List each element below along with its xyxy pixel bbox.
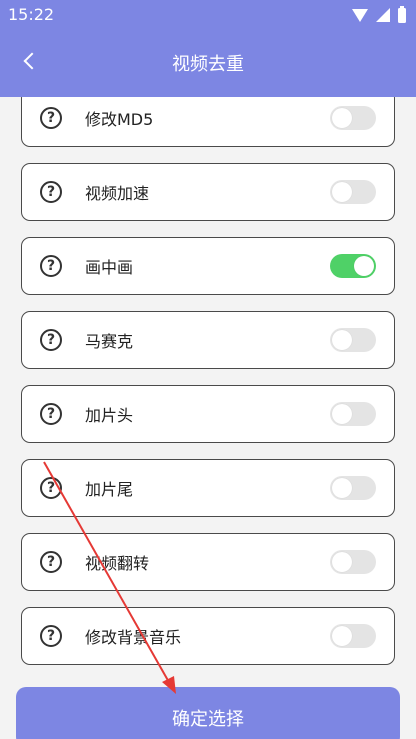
- option-item-video-flip[interactable]: ? 视频翻转: [21, 533, 395, 591]
- toggle-knob: [332, 552, 352, 572]
- help-icon[interactable]: ?: [40, 107, 62, 129]
- option-label: 加片头: [85, 406, 134, 425]
- option-item-change-bgm[interactable]: ? 修改背景音乐: [21, 607, 395, 665]
- option-label: 加片尾: [85, 480, 134, 499]
- help-icon[interactable]: ?: [40, 181, 62, 203]
- app-header: 15:22 视频去重: [0, 0, 416, 97]
- option-toggle[interactable]: [330, 624, 376, 648]
- option-toggle[interactable]: [330, 550, 376, 574]
- status-icons: [352, 5, 406, 23]
- help-icon[interactable]: ?: [40, 477, 62, 499]
- option-item-picture-in-picture[interactable]: ? 画中画: [21, 237, 395, 295]
- option-label: 画中画: [85, 258, 134, 277]
- option-toggle[interactable]: [330, 254, 376, 278]
- toggle-knob: [332, 404, 352, 424]
- help-icon[interactable]: ?: [40, 403, 62, 425]
- option-toggle[interactable]: [330, 106, 376, 130]
- option-label: 视频翻转: [85, 554, 150, 573]
- confirm-selection-button[interactable]: 确定选择: [16, 687, 400, 739]
- toggle-knob: [332, 182, 352, 202]
- toggle-knob: [332, 478, 352, 498]
- option-label: 修改背景音乐: [85, 628, 182, 647]
- help-icon[interactable]: ?: [40, 551, 62, 573]
- option-item-add-outro[interactable]: ? 加片尾: [21, 459, 395, 517]
- option-toggle[interactable]: [330, 180, 376, 204]
- option-item-modify-md5[interactable]: ? 修改MD5: [21, 89, 395, 147]
- help-icon[interactable]: ?: [40, 625, 62, 647]
- toggle-knob: [354, 256, 374, 276]
- option-toggle[interactable]: [330, 476, 376, 500]
- page-title: 视频去重: [172, 54, 244, 75]
- option-label: 修改MD5: [85, 110, 154, 129]
- wifi-icon: [352, 8, 368, 22]
- status-bar: 15:22: [0, 0, 416, 30]
- toggle-knob: [332, 108, 352, 128]
- option-toggle[interactable]: [330, 328, 376, 352]
- option-label: 马赛克: [85, 332, 134, 351]
- options-list: ? 修改MD5 ? 视频加速 ? 画中画 ? 马赛克 ? 加片头 ? 加片尾 ?…: [0, 0, 416, 739]
- option-item-mosaic[interactable]: ? 马赛克: [21, 311, 395, 369]
- battery-icon: [398, 5, 406, 23]
- help-icon[interactable]: ?: [40, 329, 62, 351]
- help-icon[interactable]: ?: [40, 255, 62, 277]
- toggle-knob: [332, 626, 352, 646]
- signal-icon: [376, 8, 390, 22]
- option-toggle[interactable]: [330, 402, 376, 426]
- confirm-button-label: 确定选择: [172, 709, 244, 730]
- option-label: 视频加速: [85, 184, 150, 203]
- option-item-add-intro[interactable]: ? 加片头: [21, 385, 395, 443]
- toggle-knob: [332, 330, 352, 350]
- option-item-video-speed[interactable]: ? 视频加速: [21, 163, 395, 221]
- status-time: 15:22: [8, 5, 55, 24]
